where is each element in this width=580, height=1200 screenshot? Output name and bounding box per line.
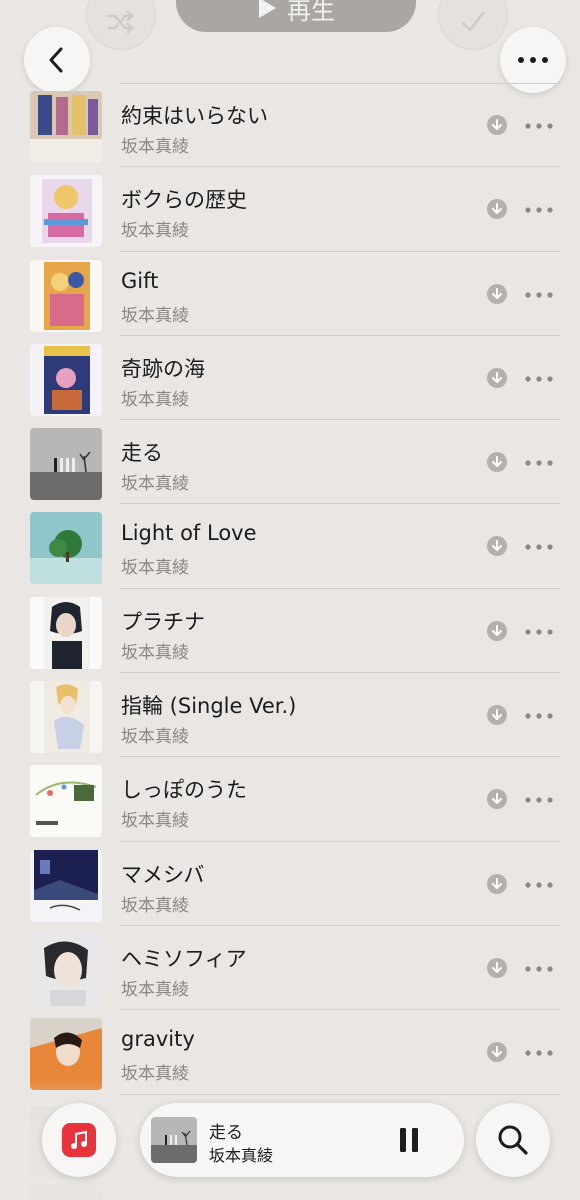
song-title: gravity — [121, 1027, 195, 1052]
album-art — [30, 259, 102, 332]
download-icon[interactable] — [487, 1042, 507, 1063]
song-artist: 坂本真綾 — [121, 558, 189, 579]
ellipsis-icon[interactable] — [524, 1049, 554, 1057]
action-row: 再生 — [0, 0, 580, 50]
song-title: しっぽのうた — [121, 778, 247, 803]
song-artist: 坂本真綾 — [121, 727, 189, 748]
song-artist: 坂本真綾 — [121, 642, 189, 663]
album-art — [30, 91, 102, 163]
album-art — [30, 933, 102, 1006]
search-button[interactable] — [476, 1103, 550, 1177]
song-title: Light of Love — [121, 521, 257, 546]
song-row[interactable]: ボクらの歴史 坂本真綾 — [0, 167, 580, 252]
album-art — [30, 343, 102, 416]
ellipsis-icon[interactable] — [524, 291, 554, 299]
song-title: ヘミソフィア — [121, 946, 247, 971]
song-row[interactable]: Light of Love 坂本真綾 — [0, 504, 580, 590]
mini-player[interactable]: 走る 坂本真綾 — [140, 1103, 464, 1177]
song-row[interactable]: 走る 坂本真綾 — [0, 420, 580, 505]
shuffle-button[interactable] — [86, 0, 156, 50]
download-icon[interactable] — [487, 283, 507, 304]
ellipsis-icon — [518, 57, 548, 63]
song-row[interactable]: 奇跡の海 坂本真綾 — [0, 336, 580, 421]
ellipsis-icon[interactable] — [524, 796, 554, 804]
checkmark-icon — [461, 11, 485, 32]
pause-icon[interactable] — [397, 1126, 421, 1154]
ellipsis-icon[interactable] — [524, 543, 554, 551]
play-icon — [259, 0, 276, 18]
album-art — [30, 681, 102, 754]
download-icon[interactable] — [487, 789, 507, 810]
shuffle-icon — [107, 10, 134, 34]
song-artist: 坂本真綾 — [121, 137, 189, 157]
now-playing-title: 走る — [209, 1123, 243, 1143]
ellipsis-icon[interactable] — [524, 712, 554, 720]
download-icon[interactable] — [487, 620, 507, 641]
song-artist: 坂本真綾 — [121, 811, 189, 832]
search-icon — [498, 1125, 528, 1155]
song-title: プラチナ — [121, 609, 205, 634]
download-icon[interactable] — [487, 536, 507, 557]
song-row[interactable]: プラチナ 坂本真綾 — [0, 589, 580, 674]
play-label: 再生 — [287, 0, 335, 25]
song-row[interactable]: Gift 坂本真綾 — [0, 252, 580, 337]
play-button[interactable]: 再生 — [176, 0, 416, 32]
music-note-icon — [71, 1130, 87, 1149]
song-row[interactable]: 指輪 (Single Ver.) 坂本真綾 — [0, 673, 580, 758]
song-artist: 坂本真綾 — [121, 895, 189, 916]
download-icon[interactable] — [487, 199, 507, 220]
song-title: 奇跡の海 — [121, 356, 205, 381]
ellipsis-icon[interactable] — [524, 459, 554, 467]
chevron-left-icon — [49, 47, 63, 73]
download-icon[interactable] — [487, 957, 507, 978]
album-art — [30, 428, 102, 501]
ellipsis-icon[interactable] — [524, 965, 554, 973]
song-title: 指輪 (Single Ver.) — [121, 694, 297, 719]
song-artist: 坂本真綾 — [121, 474, 189, 495]
song-list: 約束はいらない 坂本真綾 ボクらの歴史 坂本真綾 Gift 坂本真綾 奇跡の海 … — [0, 83, 580, 1095]
song-artist: 坂本真綾 — [121, 979, 189, 1000]
ellipsis-icon[interactable] — [524, 122, 554, 130]
song-row[interactable]: マメシバ 坂本真綾 — [0, 842, 580, 927]
song-title: Gift — [121, 268, 159, 293]
song-title: ボクらの歴史 — [121, 188, 247, 213]
download-icon[interactable] — [487, 452, 507, 473]
now-playing-artist: 坂本真綾 — [209, 1146, 274, 1165]
ellipsis-icon[interactable] — [524, 881, 554, 889]
download-icon[interactable] — [487, 367, 507, 388]
album-art — [30, 765, 102, 838]
song-title: 走る — [121, 441, 163, 466]
ellipsis-icon[interactable] — [524, 375, 554, 383]
now-playing-art — [151, 1117, 197, 1163]
album-art — [30, 849, 102, 922]
album-art — [30, 596, 102, 669]
song-artist: 坂本真綾 — [121, 389, 189, 410]
download-icon[interactable] — [487, 873, 507, 894]
download-icon[interactable] — [487, 115, 507, 135]
album-art — [30, 512, 102, 585]
music-app-icon — [62, 1123, 96, 1157]
song-artist: 坂本真綾 — [121, 305, 189, 326]
song-row[interactable]: しっぽのうた 坂本真綾 — [0, 757, 580, 842]
album-art — [30, 175, 102, 248]
song-row[interactable]: ヘミソフィア 坂本真綾 — [0, 926, 580, 1011]
download-icon[interactable] — [487, 705, 507, 726]
song-artist: 坂本真綾 — [121, 221, 189, 242]
song-title: マメシバ — [121, 862, 205, 887]
song-row[interactable]: 約束はいらない 坂本真綾 — [0, 83, 580, 168]
checkmark-button[interactable] — [438, 0, 508, 50]
library-button[interactable] — [42, 1103, 116, 1177]
ellipsis-icon[interactable] — [524, 628, 554, 636]
song-title: 約束はいらない — [121, 104, 268, 128]
ellipsis-icon[interactable] — [524, 206, 554, 214]
